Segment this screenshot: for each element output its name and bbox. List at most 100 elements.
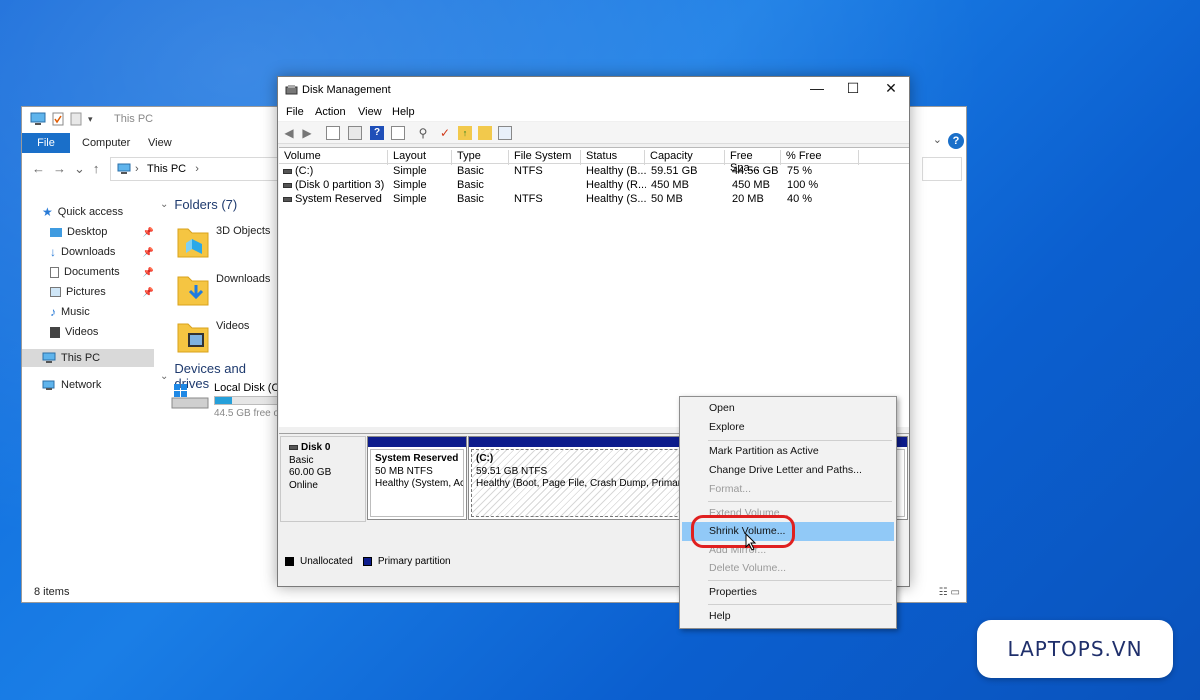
disk-type: Basic [289,454,314,466]
help-icon[interactable]: ? [370,126,384,140]
sidebar-item-this-pc[interactable]: This PC [22,349,154,367]
partition-name: System Reserved [375,453,459,464]
legend-unallocated: Unallocated [300,556,353,567]
pin-icon[interactable]: 📌 [143,287,154,298]
menu-item-explore[interactable]: Explore [682,418,894,437]
downloads-folder-icon [177,276,209,306]
pin-icon[interactable]: 📌 [143,247,154,258]
disk-0-label[interactable]: Disk 0 Basic 60.00 GB Online [280,436,366,522]
back-icon[interactable]: ◀ [282,126,296,140]
col-layout[interactable]: Layout [388,150,452,165]
menu-item-open[interactable]: Open [682,399,894,418]
tab-file[interactable]: File [22,133,70,153]
tab-computer[interactable]: Computer [82,137,130,149]
cell-capacity: 50 MB [651,193,683,205]
menu-item-mark-active[interactable]: Mark Partition as Active [682,442,894,461]
drive-usage-fill [215,397,232,404]
list-view-icon[interactable] [348,126,362,140]
col-free-space[interactable]: Free Spa... [725,150,781,174]
computer-icon [117,163,131,174]
menu-view[interactable]: View [358,106,382,118]
help-icon[interactable]: ? [948,133,964,149]
col-capacity[interactable]: Capacity [645,150,725,165]
quick-access-dropdown-icon[interactable]: ▾ [88,114,93,125]
snap-in-icon[interactable] [498,126,512,140]
group-title: Folders (7) [174,197,238,212]
sidebar-item-documents[interactable]: Documents 📌 [50,263,154,281]
sidebar-item-label: Music [61,306,90,318]
properties-icon[interactable] [391,126,405,140]
menu-item-delete-volume[interactable]: Delete Volume... [682,559,894,578]
sidebar-item-desktop[interactable]: Desktop 📌 [50,223,154,241]
cell-capacity: 450 MB [651,179,689,191]
sidebar-item-music[interactable]: ♪ Music [50,303,154,321]
explorer-title: This PC [114,113,154,125]
table-row[interactable]: (Disk 0 partition 3) Simple Basic Health… [279,179,909,193]
computer-icon [30,112,46,125]
3d-objects-folder-icon [177,228,209,258]
col-percent-free[interactable]: % Free [781,150,859,165]
address-bar[interactable]: › This PC › [110,157,280,181]
sidebar-item-network[interactable]: Network [42,376,154,394]
network-icon [42,380,55,390]
forward-icon[interactable]: ▶ [300,126,314,140]
pictures-icon [50,287,61,297]
table-row[interactable]: (C:) Simple Basic NTFS Healthy (B... 59.… [279,165,909,179]
expand-ribbon-icon[interactable]: ⌄ [933,133,942,146]
partition-system-reserved[interactable]: System Reserved 50 MB NTFS Healthy (Syst… [367,436,467,520]
console-tree-icon[interactable] [326,126,340,140]
drive-item[interactable]: Local Disk (C: 44.5 GB free o [170,382,284,419]
folder-item[interactable]: 3D Objects [176,221,270,259]
new-folder-icon[interactable] [70,112,82,126]
connect-icon[interactable]: ⚲ [416,126,430,140]
menu-separator [708,440,892,441]
sidebar-item-pictures[interactable]: Pictures 📌 [50,283,154,301]
col-file-system[interactable]: File System [509,150,581,165]
breadcrumb-chevron-icon: › [195,163,199,175]
menu-help[interactable]: Help [392,106,415,118]
menu-item-help[interactable]: Help [682,607,894,626]
folder-item[interactable]: Downloads [176,269,270,307]
properties-icon[interactable] [52,112,64,126]
minimize-button[interactable]: — [800,80,834,96]
cell-status: Healthy (R... [586,179,646,191]
up-folder-icon[interactable]: ↑ [458,126,472,140]
partition-status: Healthy (System, Ac [375,478,464,489]
window-title: Disk Management [302,84,391,96]
pin-icon[interactable]: 📌 [143,227,154,238]
menu-file[interactable]: File [286,106,304,118]
primary-partition-swatch [362,557,372,566]
col-volume[interactable]: Volume [279,150,388,165]
folder-item[interactable]: Videos [176,316,249,354]
maximize-button[interactable]: ☐ [836,80,870,97]
menu-separator [708,501,892,502]
menu-action[interactable]: Action [315,106,346,118]
sidebar-item-videos[interactable]: Videos [50,323,154,341]
folders-group-header[interactable]: ⌄ Folders (7) [160,197,237,212]
menu-item-change-drive-letter[interactable]: Change Drive Letter and Paths... [682,461,894,480]
col-status[interactable]: Status [581,150,645,165]
table-row[interactable]: System Reserved Simple Basic NTFS Health… [279,193,909,207]
close-button[interactable]: ✕ [874,80,908,97]
computer-icon [42,352,56,363]
tab-view[interactable]: View [148,137,172,149]
col-type[interactable]: Type [452,150,509,165]
sidebar-item-label: Pictures [66,286,106,298]
sidebar-item-downloads[interactable]: ↓ Downloads 📌 [50,243,154,261]
folder-label: 3D Objects [216,225,271,237]
cell-free-space: 450 MB [732,179,770,191]
menu-item-properties[interactable]: Properties [682,583,894,602]
menu-item-format[interactable]: Format... [682,480,894,499]
sidebar-item-quick-access[interactable]: ★ Quick access [42,203,154,221]
search-folder-icon[interactable] [478,126,492,140]
search-box[interactable] [922,157,962,181]
disk-management-icon [285,85,298,95]
cell-layout: Simple [393,179,427,191]
cell-layout: Simple [393,165,427,177]
cell-percent-free: 100 % [787,179,819,191]
nav-arrows-icon[interactable]: ←→⌄↑ [32,161,107,177]
check-icon[interactable]: ✓ [438,126,452,140]
details-view-icon[interactable]: ☷ ▭ [939,587,960,598]
menu-separator [708,580,892,581]
pin-icon[interactable]: 📌 [143,267,154,278]
